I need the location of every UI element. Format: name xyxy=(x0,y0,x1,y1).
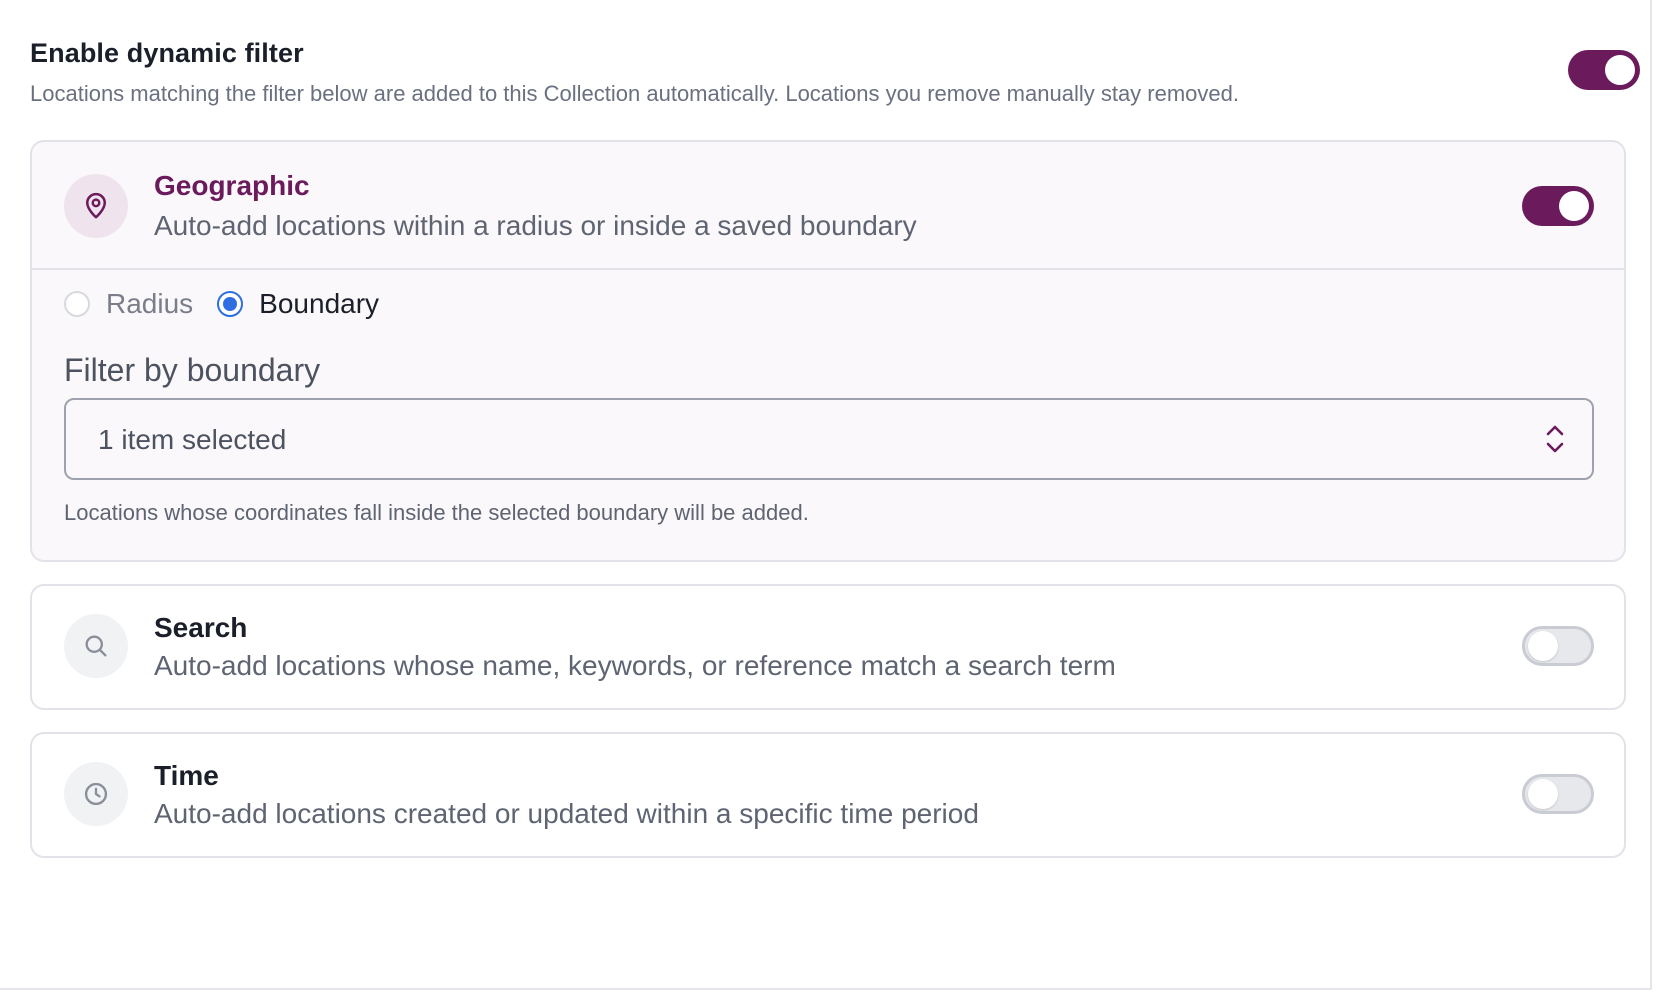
time-filter-toggle[interactable] xyxy=(1522,774,1594,814)
search-filter-card: Search Auto-add locations whose name, ke… xyxy=(30,584,1626,710)
time-filter-title: Time xyxy=(154,760,219,791)
radius-radio-option[interactable]: Radius xyxy=(64,288,193,320)
search-icon xyxy=(64,614,128,678)
boundary-select-value: 1 item selected xyxy=(98,424,287,455)
search-filter-header: Search Auto-add locations whose name, ke… xyxy=(32,586,1624,708)
clock-icon xyxy=(64,762,128,826)
search-filter-description: Auto-add locations whose name, keywords,… xyxy=(154,650,1116,681)
boundary-radio-label: Boundary xyxy=(259,288,380,319)
toggle-knob xyxy=(1528,631,1558,661)
geographic-filter-toggle[interactable] xyxy=(1522,186,1594,226)
boundary-radio-button[interactable] xyxy=(217,291,244,317)
time-filter-header: Time Auto-add locations created or updat… xyxy=(32,734,1624,856)
boundary-help-text: Locations whose coordinates fall inside … xyxy=(64,500,809,525)
boundary-radio-option[interactable]: Boundary xyxy=(217,288,379,320)
time-filter-description: Auto-add locations created or updated wi… xyxy=(154,798,979,829)
toggle-knob xyxy=(1605,55,1635,85)
chevron-up-down-icon xyxy=(1546,425,1564,453)
enable-dynamic-filter-toggle[interactable] xyxy=(1568,50,1640,90)
boundary-select[interactable]: 1 item selected xyxy=(64,398,1594,480)
geographic-mode-radio-group: Radius Boundary xyxy=(64,288,403,320)
dynamic-filter-header: Enable dynamic filter Locations matching… xyxy=(30,38,1630,107)
geographic-filter-description: Auto-add locations within a radius or in… xyxy=(154,210,917,241)
time-filter-card: Time Auto-add locations created or updat… xyxy=(30,732,1626,858)
dynamic-filter-title: Enable dynamic filter xyxy=(30,38,304,68)
geographic-filter-card: Geographic Auto-add locations within a r… xyxy=(30,140,1626,562)
toggle-knob xyxy=(1559,191,1589,221)
search-filter-title: Search xyxy=(154,612,248,643)
radius-radio-button[interactable] xyxy=(64,291,90,317)
search-filter-toggle[interactable] xyxy=(1522,626,1594,666)
toggle-knob xyxy=(1528,779,1558,809)
map-pin-icon xyxy=(64,174,128,238)
geographic-filter-header: Geographic Auto-add locations within a r… xyxy=(32,142,1624,270)
radius-radio-label: Radius xyxy=(106,288,194,319)
dynamic-filter-settings: Enable dynamic filter Locations matching… xyxy=(0,0,1660,996)
geographic-filter-title: Geographic xyxy=(154,170,310,201)
dynamic-filter-description: Locations matching the filter below are … xyxy=(30,81,1240,106)
filter-by-boundary-label: Filter by boundary xyxy=(64,352,321,388)
